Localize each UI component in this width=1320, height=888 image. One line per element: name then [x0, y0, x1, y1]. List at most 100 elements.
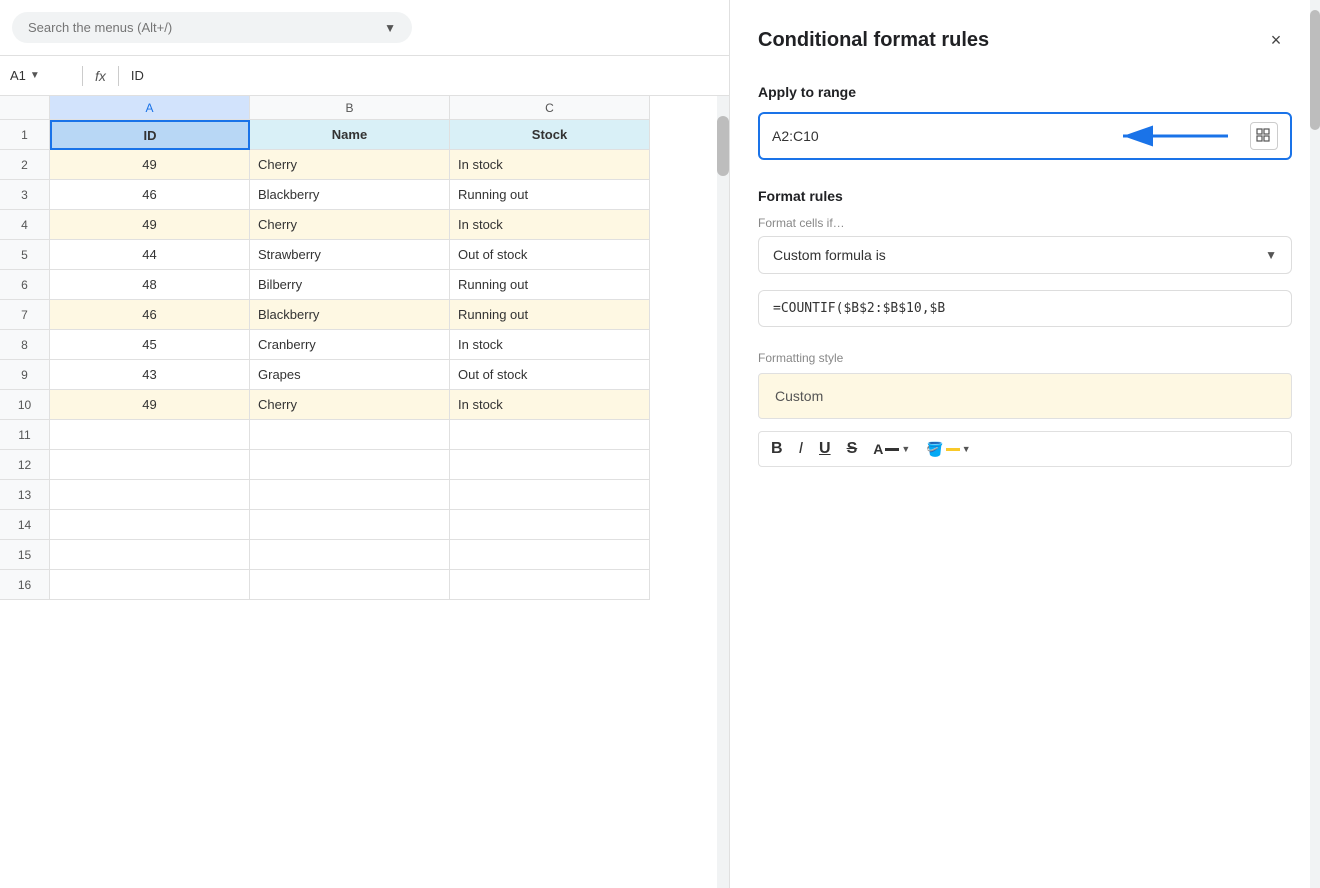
cell-b4[interactable]: Cherry: [250, 210, 450, 240]
cell-c5[interactable]: Out of stock: [450, 240, 650, 270]
spreadsheet-grid: A B C: [0, 96, 729, 120]
cell-c15[interactable]: [450, 540, 650, 570]
close-button[interactable]: ×: [1260, 24, 1292, 56]
conditional-format-panel: Conditional format rules × Apply to rang…: [730, 0, 1320, 888]
scrollbar-thumb[interactable]: [717, 116, 729, 176]
search-input[interactable]: [28, 20, 376, 35]
row-num: 1: [0, 120, 50, 150]
cell-b5[interactable]: Strawberry: [250, 240, 450, 270]
cell-a16[interactable]: [50, 570, 250, 600]
cell-b12[interactable]: [250, 450, 450, 480]
cell-a10[interactable]: 49: [50, 390, 250, 420]
cell-b13[interactable]: [250, 480, 450, 510]
row-num: 15: [0, 540, 50, 570]
cell-a1[interactable]: ID: [50, 120, 250, 150]
cell-b16[interactable]: [250, 570, 450, 600]
cell-b8[interactable]: Cranberry: [250, 330, 450, 360]
range-input-row: A2:C10: [758, 112, 1292, 160]
row-num: 5: [0, 240, 50, 270]
cell-a4[interactable]: 49: [50, 210, 250, 240]
row-num: 4: [0, 210, 50, 240]
cell-a11[interactable]: [50, 420, 250, 450]
row-num: 13: [0, 480, 50, 510]
cell-c10[interactable]: In stock: [450, 390, 650, 420]
cell-b6[interactable]: Bilberry: [250, 270, 450, 300]
format-rules-label: Format rules: [758, 188, 1292, 204]
font-color-chevron-icon: ▼: [901, 444, 910, 454]
grid-selector-icon[interactable]: [1250, 122, 1278, 150]
row-num: 12: [0, 450, 50, 480]
cell-a12[interactable]: [50, 450, 250, 480]
cell-c11[interactable]: [450, 420, 650, 450]
cell-b14[interactable]: [250, 510, 450, 540]
cell-c14[interactable]: [450, 510, 650, 540]
underline-button[interactable]: U: [819, 440, 831, 458]
cell-c2[interactable]: In stock: [450, 150, 650, 180]
cell-c9[interactable]: Out of stock: [450, 360, 650, 390]
search-box[interactable]: ▼: [12, 12, 412, 43]
col-header-b: B: [250, 96, 450, 120]
cell-b7[interactable]: Blackberry: [250, 300, 450, 330]
cell-a3[interactable]: 46: [50, 180, 250, 210]
corner-header: [0, 96, 50, 120]
cell-a9[interactable]: 43: [50, 360, 250, 390]
panel-scrollbar[interactable]: [1310, 0, 1320, 888]
font-color-button[interactable]: A ▼: [873, 441, 910, 457]
cell-b11[interactable]: [250, 420, 450, 450]
cell-c13[interactable]: [450, 480, 650, 510]
custom-style-preview: Custom: [758, 373, 1292, 419]
cell-c1[interactable]: Stock: [450, 120, 650, 150]
row-num: 7: [0, 300, 50, 330]
condition-dropdown[interactable]: Custom formula is ▼: [758, 236, 1292, 274]
cell-a7[interactable]: 46: [50, 300, 250, 330]
cell-c7[interactable]: Running out: [450, 300, 650, 330]
style-toolbar: B I U S A ▼ 🪣 ▼: [758, 431, 1292, 467]
col-header-a: A: [50, 96, 250, 120]
format-cells-if-label: Format cells if…: [758, 216, 1292, 230]
cell-a15[interactable]: [50, 540, 250, 570]
panel-scrollbar-thumb[interactable]: [1310, 10, 1320, 130]
cell-a5[interactable]: 44: [50, 240, 250, 270]
fill-color-chevron-icon: ▼: [962, 444, 971, 454]
cell-c16[interactable]: [450, 570, 650, 600]
cell-b9[interactable]: Grapes: [250, 360, 450, 390]
panel-title: Conditional format rules: [758, 29, 989, 52]
chevron-down-icon: ▼: [384, 21, 396, 35]
condition-value: Custom formula is: [773, 247, 886, 263]
cell-c3[interactable]: Running out: [450, 180, 650, 210]
strikethrough-button[interactable]: S: [847, 440, 858, 458]
cell-b15[interactable]: [250, 540, 450, 570]
fill-color-button[interactable]: 🪣 ▼: [926, 441, 970, 458]
cell-a8[interactable]: 45: [50, 330, 250, 360]
range-value[interactable]: A2:C10: [772, 128, 1106, 144]
cell-a2[interactable]: 49: [50, 150, 250, 180]
cell-c8[interactable]: In stock: [450, 330, 650, 360]
cell-b10[interactable]: Cherry: [250, 390, 450, 420]
chevron-down-icon: ▼: [1265, 248, 1277, 262]
blue-arrow-icon: [1118, 122, 1238, 150]
row-num: 11: [0, 420, 50, 450]
cell-a6[interactable]: 48: [50, 270, 250, 300]
col-header-c: C: [450, 96, 650, 120]
fill-color-icon: 🪣: [926, 441, 943, 458]
menu-bar: ▼: [0, 0, 729, 56]
cell-c4[interactable]: In stock: [450, 210, 650, 240]
data-grid: 1 ID Name Stock 2 49 Cherry In stock 3 4…: [0, 120, 729, 600]
cell-b2[interactable]: Cherry: [250, 150, 450, 180]
cell-c6[interactable]: Running out: [450, 270, 650, 300]
cell-a13[interactable]: [50, 480, 250, 510]
cell-b3[interactable]: Blackberry: [250, 180, 450, 210]
vertical-scrollbar[interactable]: [717, 96, 729, 888]
row-num: 9: [0, 360, 50, 390]
panel-header: Conditional format rules ×: [758, 24, 1292, 56]
cell-b1[interactable]: Name: [250, 120, 450, 150]
italic-button[interactable]: I: [799, 440, 803, 458]
cell-ref-dropdown-icon[interactable]: ▼: [30, 70, 40, 81]
cell-a14[interactable]: [50, 510, 250, 540]
bold-button[interactable]: B: [771, 440, 783, 458]
cell-c12[interactable]: [450, 450, 650, 480]
row-num: 10: [0, 390, 50, 420]
formula-input-box[interactable]: =COUNTIF($B$2:$B$10,$B: [758, 290, 1292, 327]
apply-to-range-label: Apply to range: [758, 84, 1292, 100]
row-num: 16: [0, 570, 50, 600]
